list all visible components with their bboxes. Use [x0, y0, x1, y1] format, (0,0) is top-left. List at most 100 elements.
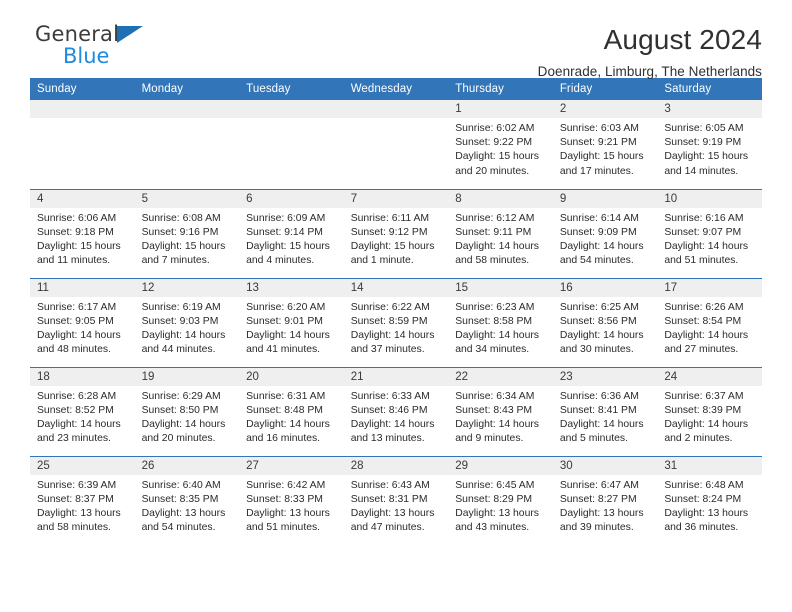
calendar-day-cell[interactable]: 28 Sunrise: 6:43 AM Sunset: 8:31 PM Dayligh… — [343, 455, 449, 545]
page-title: August 2024 — [603, 24, 762, 55]
sunrise-time: Sunrise: 6:09 AM — [246, 212, 326, 224]
general-blue-logo[interactable]: General Blue — [30, 22, 144, 67]
sunrise-time: Sunrise: 6:06 AM — [37, 212, 117, 224]
calendar-day-cell[interactable]: 22 Sunrise: 6:34 AM Sunset: 8:43 PM Dayligh… — [448, 366, 553, 456]
sunset-time: Sunset: 8:29 PM — [455, 493, 533, 505]
calendar-day-cell[interactable]: 14 Sunrise: 6:22 AM Sunset: 8:59 PM Dayligh… — [343, 277, 449, 367]
daylight-duration-line1: Daylight: 14 hours — [664, 240, 749, 252]
calendar-day-cell[interactable]: 3 Sunrise: 6:05 AM Sunset: 9:19 PM Daylight… — [657, 100, 762, 189]
sunrise-sunset-calendar: Sunday Monday Tuesday Wednesday Thursday… — [30, 78, 762, 545]
calendar-day-cell-empty — [343, 100, 449, 189]
calendar-day-cell[interactable]: 9 Sunrise: 6:14 AM Sunset: 9:09 PM Daylight… — [552, 188, 658, 278]
daylight-duration-line1: Daylight: 13 hours — [350, 507, 435, 519]
day-details: Sunrise: 6:08 AM Sunset: 9:16 PM Daylight:… — [135, 208, 240, 269]
calendar-day-cell[interactable]: 30 Sunrise: 6:47 AM Sunset: 8:27 PM Dayligh… — [552, 455, 658, 545]
sunrise-time: Sunrise: 6:20 AM — [246, 301, 326, 313]
calendar-day-cell[interactable]: 13 Sunrise: 6:20 AM Sunset: 9:01 PM Dayligh… — [239, 277, 344, 367]
sunset-time: Sunset: 8:33 PM — [246, 493, 323, 505]
calendar-day-cell[interactable]: 7 Sunrise: 6:11 AM Sunset: 9:12 PM Daylight… — [343, 188, 449, 278]
day-details: Sunrise: 6:28 AM Sunset: 8:52 PM Daylight:… — [30, 386, 135, 447]
day-number: 14 — [343, 278, 449, 297]
daylight-duration-line2: and 37 minutes. — [350, 344, 425, 356]
daylight-duration-line2: and 14 minutes. — [664, 165, 739, 177]
calendar-day-cell[interactable]: 1 Sunrise: 6:02 AM Sunset: 9:22 PM Daylight… — [448, 100, 553, 189]
daylight-duration-line1: Daylight: 15 hours — [37, 240, 121, 252]
logo-triangle-icon — [117, 26, 144, 43]
daylight-duration-line1: Daylight: 14 hours — [37, 329, 121, 341]
calendar-day-cell[interactable]: 25 Sunrise: 6:39 AM Sunset: 8:37 PM Dayligh… — [30, 455, 135, 545]
day-details: Sunrise: 6:03 AM Sunset: 9:21 PM Daylight:… — [553, 118, 658, 179]
day-number: 9 — [552, 189, 658, 208]
daylight-duration-line2: and 7 minutes. — [141, 255, 210, 267]
calendar-week-row: 1 Sunrise: 6:02 AM Sunset: 9:22 PM Daylight… — [30, 100, 762, 189]
calendar-day-cell[interactable]: 23 Sunrise: 6:36 AM Sunset: 8:41 PM Dayligh… — [552, 366, 658, 456]
daylight-duration-line1: Daylight: 14 hours — [350, 418, 435, 430]
daylight-duration-line2: and 30 minutes. — [559, 344, 634, 356]
sunrise-time: Sunrise: 6:05 AM — [664, 123, 744, 134]
daylight-duration-line2: and 54 minutes. — [559, 255, 634, 267]
day-details: Sunrise: 6:06 AM Sunset: 9:18 PM Daylight:… — [30, 208, 135, 269]
calendar-day-cell[interactable]: 10 Sunrise: 6:16 AM Sunset: 9:07 PM Dayligh… — [657, 188, 762, 278]
calendar-day-cell[interactable]: 19 Sunrise: 6:29 AM Sunset: 8:50 PM Dayligh… — [134, 366, 240, 456]
calendar-day-cell[interactable]: 27 Sunrise: 6:42 AM Sunset: 8:33 PM Dayligh… — [239, 455, 344, 545]
daylight-duration-line2: and 58 minutes. — [455, 255, 530, 267]
day-details: Sunrise: 6:11 AM Sunset: 9:12 PM Daylight:… — [344, 208, 449, 269]
calendar-day-cell[interactable]: 15 Sunrise: 6:23 AM Sunset: 8:58 PM Dayligh… — [448, 277, 553, 367]
calendar-day-cell[interactable]: 24 Sunrise: 6:37 AM Sunset: 8:39 PM Dayligh… — [657, 366, 762, 456]
daylight-duration-line1: Daylight: 14 hours — [664, 418, 749, 430]
calendar-day-cell[interactable]: 2 Sunrise: 6:03 AM Sunset: 9:21 PM Daylight… — [552, 100, 658, 189]
sunset-time: Sunset: 8:46 PM — [350, 404, 428, 416]
sunrise-time: Sunrise: 6:29 AM — [141, 390, 221, 402]
sunrise-time: Sunrise: 6:26 AM — [664, 301, 744, 313]
calendar-day-cell[interactable]: 21 Sunrise: 6:33 AM Sunset: 8:46 PM Dayligh… — [343, 366, 449, 456]
sunset-time: Sunset: 8:39 PM — [664, 404, 742, 416]
daylight-duration-line1: Daylight: 14 hours — [455, 418, 539, 430]
sunset-time: Sunset: 8:24 PM — [664, 493, 742, 505]
sunset-time: Sunset: 9:09 PM — [559, 226, 637, 238]
day-number: 2 — [552, 100, 658, 118]
calendar-day-cell[interactable]: 4 Sunrise: 6:06 AM Sunset: 9:18 PM Daylight… — [30, 188, 135, 278]
title-block: August 2024 Doenrade, Limburg, The Nethe… — [538, 24, 762, 82]
daylight-duration-line2: and 54 minutes. — [141, 522, 216, 534]
calendar-day-cell-empty — [134, 100, 240, 189]
daylight-duration-line1: Daylight: 15 hours — [664, 151, 749, 163]
calendar-day-cell[interactable]: 31 Sunrise: 6:48 AM Sunset: 8:24 PM Dayligh… — [657, 455, 762, 545]
calendar-day-cell[interactable]: 16 Sunrise: 6:25 AM Sunset: 8:56 PM Dayligh… — [552, 277, 658, 367]
calendar-day-cell[interactable]: 6 Sunrise: 6:09 AM Sunset: 9:14 PM Daylight… — [239, 188, 344, 278]
sunset-time: Sunset: 9:05 PM — [37, 315, 114, 327]
logo-text-general: General — [35, 22, 120, 46]
calendar-day-cell[interactable]: 5 Sunrise: 6:08 AM Sunset: 9:16 PM Daylight… — [134, 188, 240, 278]
day-details: Sunrise: 6:48 AM Sunset: 8:24 PM Daylight:… — [657, 475, 762, 536]
sunset-time: Sunset: 8:58 PM — [455, 315, 533, 327]
day-details: Sunrise: 6:02 AM Sunset: 9:22 PM Daylight:… — [448, 118, 553, 179]
sunrise-time: Sunrise: 6:34 AM — [455, 390, 535, 402]
daylight-duration-line2: and 51 minutes. — [664, 255, 739, 267]
sunrise-time: Sunrise: 6:31 AM — [246, 390, 326, 402]
calendar-day-cell[interactable]: 11 Sunrise: 6:17 AM Sunset: 9:05 PM Dayligh… — [30, 277, 135, 367]
calendar-day-cell[interactable]: 8 Sunrise: 6:12 AM Sunset: 9:11 PM Daylight… — [448, 188, 553, 278]
day-number — [30, 100, 135, 118]
daylight-duration-line1: Daylight: 14 hours — [455, 329, 539, 341]
daylight-duration-line2: and 16 minutes. — [246, 433, 321, 445]
day-details: Sunrise: 6:12 AM Sunset: 9:11 PM Daylight:… — [448, 208, 553, 269]
sunset-time: Sunset: 8:37 PM — [37, 493, 114, 505]
calendar-body: 1 Sunrise: 6:02 AM Sunset: 9:22 PM Daylight… — [30, 100, 762, 545]
sunrise-time: Sunrise: 6:45 AM — [455, 479, 535, 491]
calendar-day-cell[interactable]: 17 Sunrise: 6:26 AM Sunset: 8:54 PM Dayligh… — [657, 277, 762, 367]
day-number: 25 — [30, 456, 135, 475]
sunrise-time: Sunrise: 6:37 AM — [664, 390, 744, 402]
sunrise-time: Sunrise: 6:39 AM — [37, 479, 117, 491]
day-number: 31 — [657, 456, 762, 475]
day-details: Sunrise: 6:29 AM Sunset: 8:50 PM Daylight:… — [135, 386, 240, 447]
daylight-duration-line1: Daylight: 14 hours — [37, 418, 121, 430]
calendar-day-cell[interactable]: 26 Sunrise: 6:40 AM Sunset: 8:35 PM Dayligh… — [134, 455, 240, 545]
day-number: 30 — [552, 456, 658, 475]
day-number: 13 — [239, 278, 344, 297]
calendar-day-cell[interactable]: 18 Sunrise: 6:28 AM Sunset: 8:52 PM Dayligh… — [30, 366, 135, 456]
sunset-time: Sunset: 9:12 PM — [350, 226, 428, 238]
calendar-day-cell[interactable]: 29 Sunrise: 6:45 AM Sunset: 8:29 PM Dayligh… — [448, 455, 553, 545]
calendar-day-cell[interactable]: 20 Sunrise: 6:31 AM Sunset: 8:48 PM Dayligh… — [239, 366, 344, 456]
calendar-day-cell[interactable]: 12 Sunrise: 6:19 AM Sunset: 9:03 PM Dayligh… — [134, 277, 240, 367]
daylight-duration-line2: and 41 minutes. — [246, 344, 321, 356]
daylight-duration-line1: Daylight: 15 hours — [141, 240, 226, 252]
